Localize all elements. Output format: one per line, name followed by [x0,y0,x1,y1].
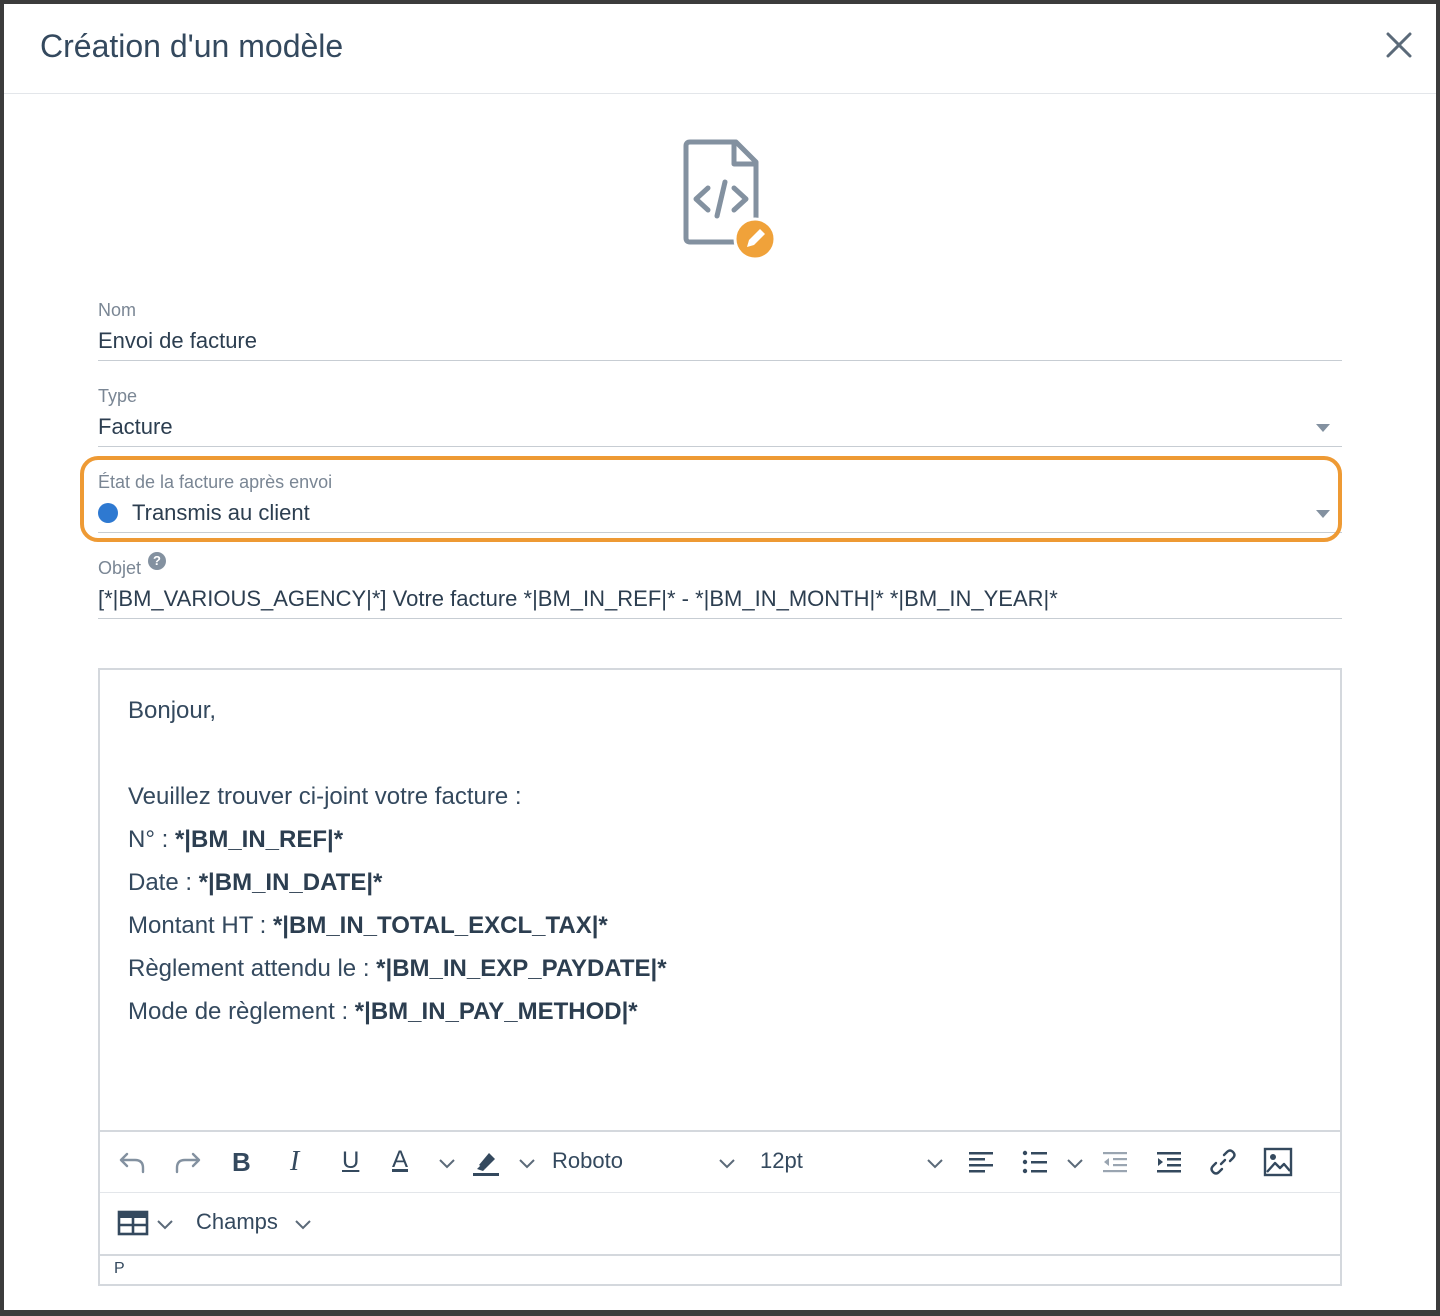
align-left-icon [969,1152,993,1173]
font-color-button[interactable]: A [392,1146,408,1174]
redo-button[interactable] [170,1146,204,1178]
outdent-icon [1103,1152,1127,1173]
nom-field[interactable]: Nom Envoi de facture [98,298,1342,362]
editor-toolbar-secondary: Champs [100,1192,1340,1254]
close-button[interactable] [1382,28,1416,62]
bullet-list-button[interactable] [1020,1146,1050,1178]
editor-statusbar: P [100,1254,1340,1284]
chevron-down-icon[interactable] [156,1219,174,1231]
underline-button[interactable]: U [342,1147,359,1175]
chevron-down-icon [1316,424,1330,432]
objet-field[interactable]: Objet ? [*|BM_VARIOUS_AGENCY|*] Votre fa… [98,552,1342,620]
indent-icon [1157,1152,1181,1173]
image-icon [1263,1147,1293,1177]
code-file-icon [680,138,780,262]
type-label: Type [98,386,138,406]
chevron-down-icon[interactable] [718,1158,736,1170]
bullet-list-icon [1022,1150,1047,1174]
highlight-color-button[interactable] [470,1146,502,1178]
font-size-select[interactable]: 12pt [760,1148,803,1174]
chevron-down-icon[interactable] [294,1219,312,1231]
editor-content[interactable]: Bonjour, Veuillez trouver ci-joint votre… [128,696,1312,1040]
chevron-down-icon[interactable] [518,1158,536,1170]
table-icon [117,1210,149,1236]
undo-button[interactable] [116,1146,150,1178]
chevron-down-icon[interactable] [438,1158,456,1170]
italic-button[interactable]: I [290,1146,299,1178]
chevron-down-icon[interactable] [1066,1158,1084,1170]
dialog-title: Création d'un modèle [40,28,344,64]
dialog-header: Création d'un modèle [4,4,1436,94]
link-icon [1210,1149,1236,1175]
objet-input[interactable]: [*|BM_VARIOUS_AGENCY|*] Votre facture *|… [98,586,1058,612]
template-dialog: Création d'un modèle Nom Envoi de factur… [4,4,1436,1310]
font-family-select[interactable]: Roboto [552,1148,623,1174]
insert-image-button[interactable] [1262,1146,1294,1178]
objet-label: Objet [98,558,142,578]
editor-greeting: Bonjour, [128,697,217,724]
editor-toolbar: B I U A Roboto 12pt [100,1130,1340,1192]
undo-icon [119,1152,145,1174]
type-value: Facture [98,414,173,439]
editor-line: Date : *|BM_IN_DATE|* [128,869,383,896]
redo-icon [175,1152,201,1174]
champs-menu[interactable]: Champs [196,1209,278,1235]
element-path: P [114,1260,125,1277]
rich-text-editor: Bonjour, Veuillez trouver ci-joint votre… [98,668,1342,1286]
indent-button[interactable] [1154,1146,1184,1178]
close-icon [1386,32,1412,58]
table-button[interactable] [116,1207,150,1239]
highlighter-icon [473,1153,499,1176]
chevron-down-icon[interactable] [926,1158,944,1170]
editor-line: Montant HT : *|BM_IN_TOTAL_EXCL_TAX|* [128,912,608,939]
bold-button[interactable]: B [232,1147,251,1178]
nom-input[interactable]: Envoi de facture [98,328,257,354]
help-icon[interactable]: ? [148,552,166,570]
nom-label: Nom [98,300,137,320]
editor-line: Règlement attendu le : *|BM_IN_EXP_PAYDA… [128,955,667,982]
editor-intro: Veuillez trouver ci-joint votre facture … [128,783,522,810]
highlight-frame [80,456,1342,542]
link-button[interactable] [1208,1146,1238,1178]
align-left-button[interactable] [966,1146,996,1178]
type-select[interactable]: Type Facture [98,384,1342,448]
editor-line: Mode de règlement : *|BM_IN_PAY_METHOD|* [128,998,638,1025]
editor-line: N° : *|BM_IN_REF|* [128,826,344,853]
outdent-button[interactable] [1100,1146,1130,1178]
